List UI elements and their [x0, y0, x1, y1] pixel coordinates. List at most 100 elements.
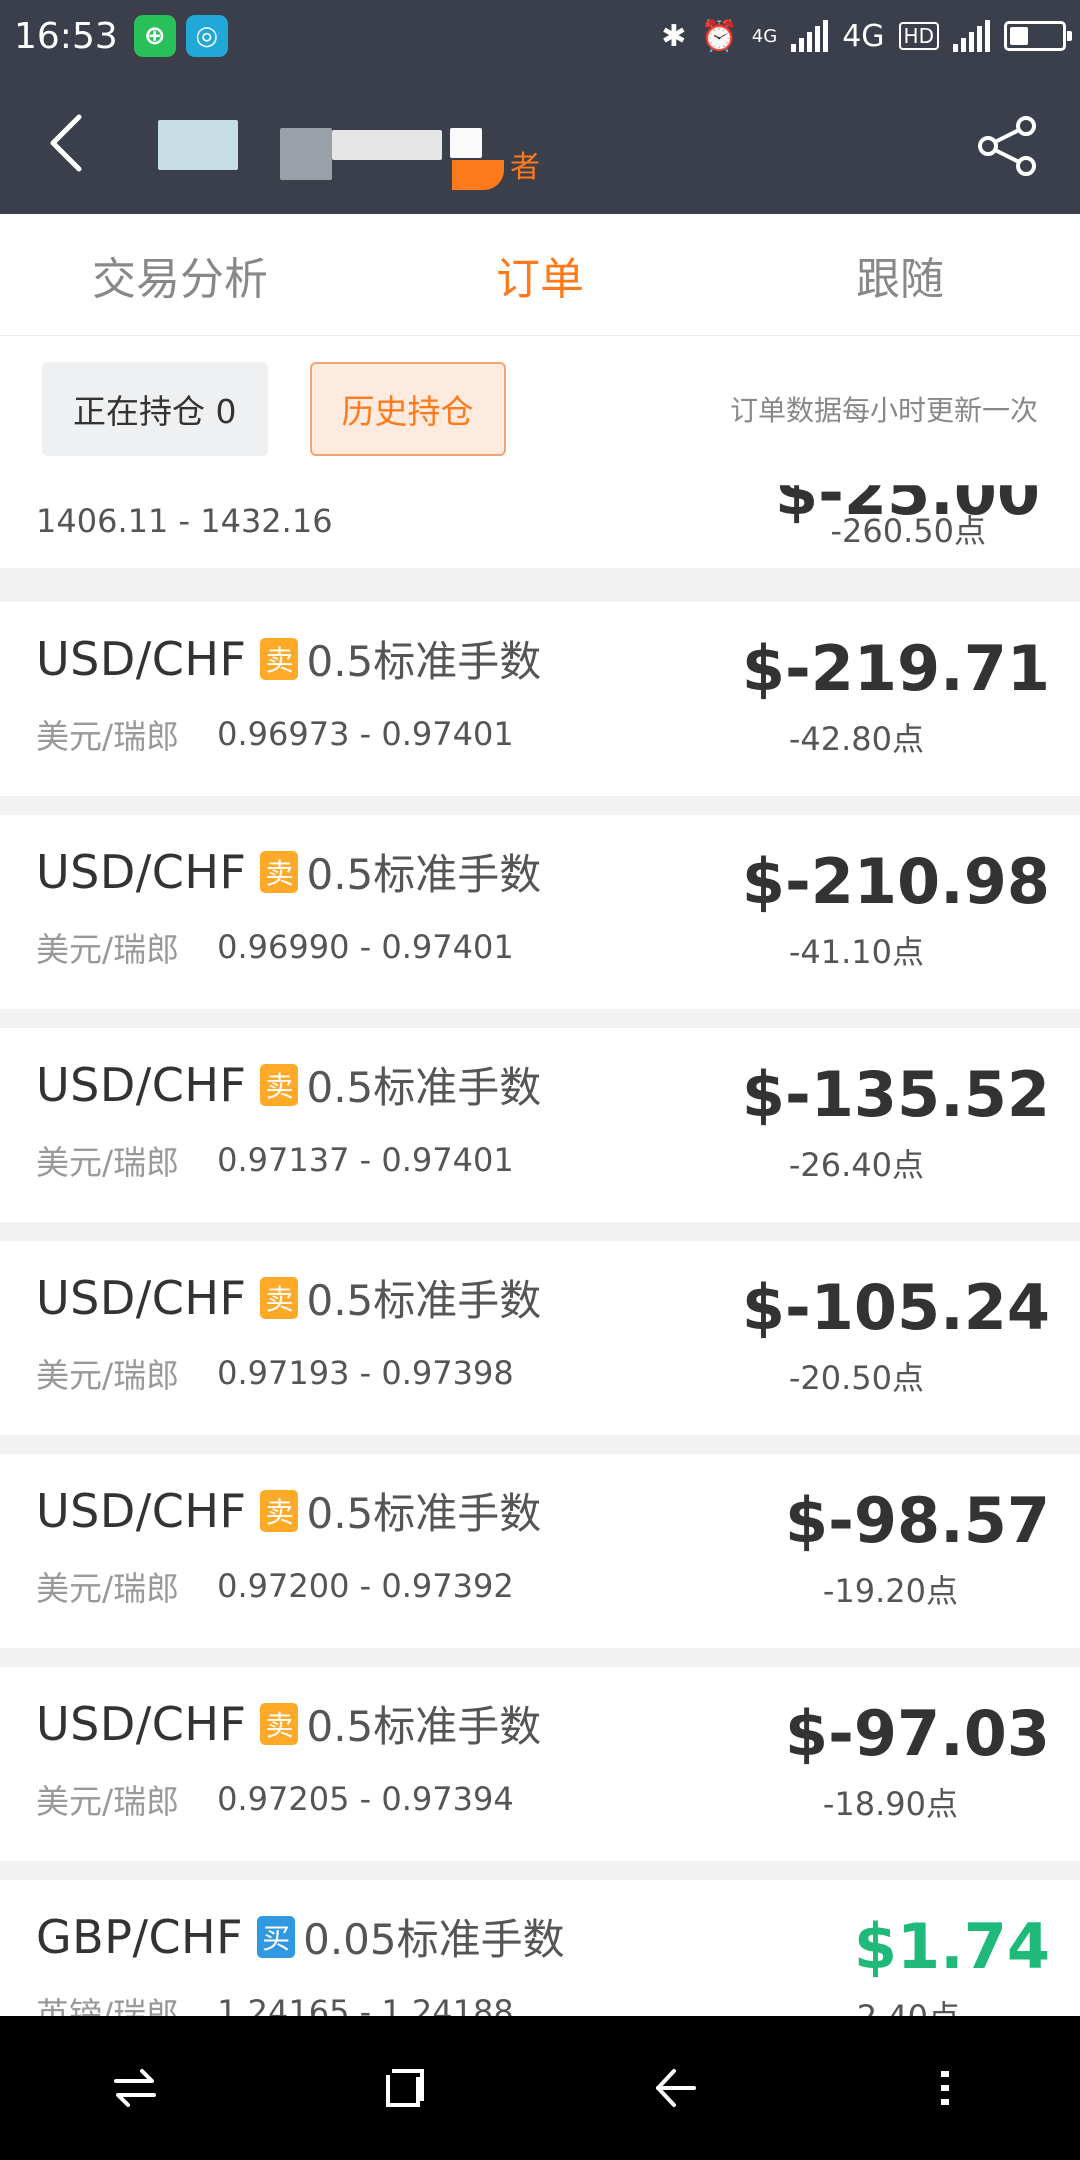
header-title: 者: [150, 100, 570, 190]
points-value: 2.40点: [857, 1992, 960, 2016]
back-arrow-icon: [656, 2069, 696, 2107]
current-positions-button[interactable]: 正在持仓 0: [42, 362, 268, 456]
android-nav-bar: [0, 2016, 1080, 2160]
recent-apps-button[interactable]: [90, 2043, 180, 2133]
battery-icon: [1004, 21, 1072, 51]
points-value: -41.10点: [788, 933, 924, 971]
bluetooth-icon: ✱: [661, 18, 687, 54]
points-value: -19.20点: [822, 1572, 958, 1610]
lot-size: 0.5标准手数: [306, 850, 542, 899]
lot-size: 0.5标准手数: [306, 1276, 542, 1325]
price-range: 0.97205 - 0.97394: [217, 1780, 514, 1818]
signal-icon-2: [953, 20, 990, 52]
currency-pair-cn: 美元/瑞郎: [36, 1143, 180, 1182]
currency-pair-cn: 美元/瑞郎: [36, 717, 180, 756]
menu-dots-icon: [941, 2071, 949, 2105]
lot-size: 0.5标准手数: [306, 637, 542, 686]
lot-size: 0.5标准手数: [306, 1702, 542, 1751]
blurred-name: [332, 130, 442, 160]
tab-bar: 交易分析 订单 跟随: [0, 214, 1080, 336]
signal-icon: [791, 20, 829, 52]
price-range: 0.97193 - 0.97398: [217, 1354, 514, 1392]
home-button[interactable]: [360, 2043, 450, 2133]
share-button[interactable]: [976, 114, 1040, 178]
profit-value: $1.74: [853, 1910, 1050, 1983]
profit-value: $-98.57: [785, 1484, 1050, 1557]
lot-size: 0.05标准手数: [303, 1915, 565, 1964]
menu-button[interactable]: [900, 2043, 990, 2133]
tab-trade-analysis[interactable]: 交易分析: [0, 214, 360, 335]
currency-pair-cn: 美元/瑞郎: [36, 1356, 180, 1395]
order-card[interactable]: USD/CHF 卖 0.5标准手数 美元/瑞郎 0.97205 - 0.9739…: [0, 1667, 1080, 1861]
order-card-partial[interactable]: $-25.00 1406.11 - 1432.16 -260.50点: [0, 482, 1080, 568]
back-button[interactable]: [30, 108, 100, 178]
hd-label: HD: [898, 22, 939, 50]
currency-pair: USD/CHF: [36, 1696, 247, 1751]
browser-app-icon: ◎: [185, 15, 228, 57]
points-value: -260.50点: [830, 512, 986, 550]
update-note: 订单数据每小时更新一次: [729, 394, 1038, 427]
chevron-left-icon: [50, 114, 82, 172]
price-range: 1406.11 - 1432.16: [36, 502, 333, 540]
blurred-badge: [452, 160, 504, 190]
profit-value: $-219.71: [741, 632, 1050, 705]
currency-pair-cn: 美元/瑞郎: [36, 1569, 180, 1608]
profit-value: $-135.52: [741, 1058, 1050, 1131]
nav-header: 者: [0, 72, 1080, 214]
back-nav-button[interactable]: [630, 2043, 720, 2133]
currency-pair-cn: 美元/瑞郎: [36, 1782, 180, 1821]
network-small-label: 4G: [751, 25, 778, 47]
order-list[interactable]: $-25.00 1406.11 - 1432.16 -260.50点 USD/C…: [0, 482, 1080, 2016]
currency-pair: USD/CHF: [36, 1270, 247, 1325]
title-suffix: 者: [510, 150, 540, 185]
tab-follow[interactable]: 跟随: [720, 214, 1080, 335]
tab-orders[interactable]: 订单: [360, 214, 720, 335]
square-home-icon: [386, 2069, 424, 2107]
lot-size: 0.5标准手数: [306, 1063, 542, 1112]
share-icon: [978, 116, 1036, 176]
order-card[interactable]: USD/CHF 卖 0.5标准手数 美元/瑞郎 0.97193 - 0.9739…: [0, 1241, 1080, 1435]
sell-badge: 卖: [260, 637, 299, 680]
price-range: 0.97137 - 0.97401: [217, 1141, 514, 1179]
price-range: 1.24165 - 1.24188: [217, 1993, 514, 2016]
status-time: 16:53: [14, 15, 118, 57]
network-label: 4G: [842, 18, 885, 54]
filter-row: 正在持仓 0 历史持仓 订单数据每小时更新一次: [0, 336, 1080, 482]
switch-arrows-icon: [114, 2069, 156, 2107]
profit-value: $-210.98: [741, 845, 1050, 918]
points-value: -20.50点: [788, 1359, 924, 1397]
sell-badge: 卖: [260, 1489, 299, 1532]
sell-badge: 卖: [260, 1276, 299, 1319]
currency-pair-cn: 英镑/瑞郎: [36, 1995, 180, 2016]
lot-size: 0.5标准手数: [306, 1489, 542, 1538]
price-range: 0.96990 - 0.97401: [217, 928, 514, 966]
order-card[interactable]: USD/CHF 卖 0.5标准手数 美元/瑞郎 0.96973 - 0.9740…: [0, 602, 1080, 796]
currency-pair: USD/CHF: [36, 844, 247, 899]
currency-pair: GBP/CHF: [36, 1909, 244, 1964]
points-value: -42.80点: [788, 720, 924, 758]
profit-value: $-97.03: [785, 1697, 1050, 1770]
wechat-app-icon: ⊕: [133, 15, 176, 57]
blurred-name: [280, 128, 332, 180]
order-card[interactable]: USD/CHF 卖 0.5标准手数 美元/瑞郎 0.97200 - 0.9739…: [0, 1454, 1080, 1648]
history-positions-button[interactable]: 历史持仓: [309, 362, 506, 456]
blurred-name: [450, 128, 482, 158]
blurred-avatar: [158, 120, 238, 170]
points-value: -26.40点: [788, 1146, 924, 1184]
profit-value: $-105.24: [741, 1271, 1050, 1344]
currency-pair: USD/CHF: [36, 1057, 247, 1112]
status-bar: 16:53 ⊕ ◎ ✱ ⏰ 4G 4G HD: [0, 0, 1080, 72]
currency-pair-cn: 美元/瑞郎: [36, 930, 180, 969]
alarm-icon: ⏰: [700, 18, 738, 54]
points-value: -18.90点: [822, 1785, 958, 1823]
price-range: 0.96973 - 0.97401: [217, 715, 514, 753]
order-card[interactable]: USD/CHF 卖 0.5标准手数 美元/瑞郎 0.96990 - 0.9740…: [0, 815, 1080, 1009]
sell-badge: 卖: [260, 850, 299, 893]
price-range: 0.97200 - 0.97392: [217, 1567, 514, 1605]
order-card[interactable]: USD/CHF 卖 0.5标准手数 美元/瑞郎 0.97137 - 0.9740…: [0, 1028, 1080, 1222]
order-card[interactable]: GBP/CHF 买 0.05标准手数 英镑/瑞郎 1.24165 - 1.241…: [0, 1880, 1080, 2016]
sell-badge: 卖: [260, 1063, 299, 1106]
battery-level: [1010, 27, 1028, 45]
sell-badge: 卖: [260, 1702, 299, 1745]
buy-badge: 买: [257, 1915, 296, 1958]
